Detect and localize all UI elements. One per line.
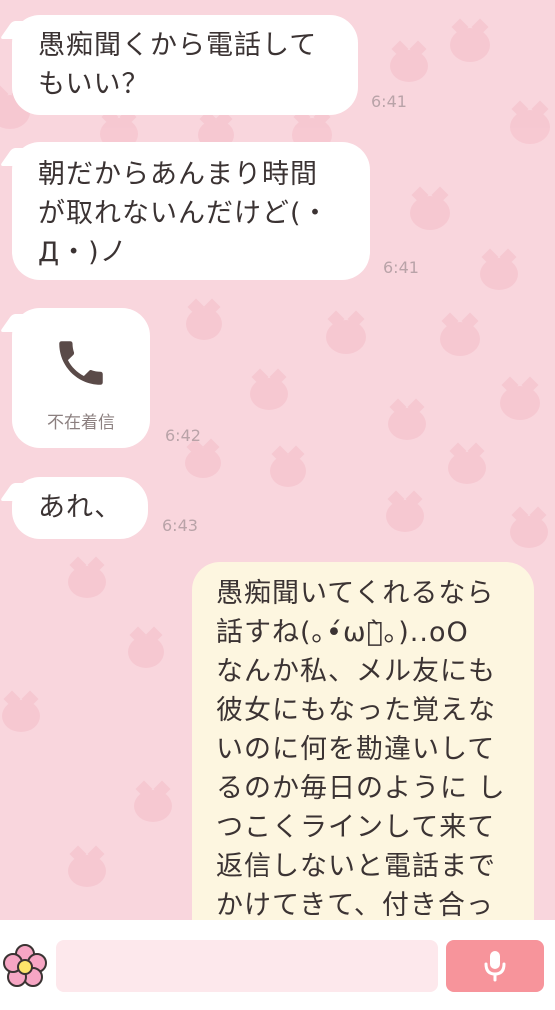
background-paw-icon [386, 500, 424, 532]
message-text: 朝だからあんまり時間 が取れないんだけど(・ Д・)ノ [38, 159, 330, 268]
background-paw-icon [326, 320, 366, 354]
background-paw-icon [68, 855, 106, 887]
background-paw-icon [186, 308, 222, 340]
background-paw-icon [480, 258, 518, 290]
background-paw-icon [388, 408, 426, 440]
background-paw-icon [68, 566, 106, 598]
message-input-bar [0, 920, 555, 1010]
background-paw-icon [270, 455, 306, 487]
background-paw-icon [510, 110, 550, 144]
background-paw-icon [2, 700, 40, 732]
missed-call-label: 不在着信 [47, 413, 115, 433]
message-text: 愚痴聞いてくれるなら 話すね(｡•́ωก̀｡)..oO なんか私、メル友にも 彼… [216, 578, 506, 920]
message-timestamp: 6:42 [165, 426, 201, 445]
background-paw-icon [250, 378, 288, 410]
incoming-message-bubble[interactable]: 朝だからあんまり時間 が取れないんだけど(・ Д・)ノ [12, 142, 370, 280]
message-timestamp: 6:41 [383, 258, 419, 277]
phone-icon [59, 341, 103, 385]
message-text: 愚痴聞くから電話して もいい？ [38, 30, 318, 100]
microphone-button[interactable] [446, 940, 544, 992]
background-paw-icon [440, 322, 480, 356]
background-paw-icon [410, 196, 450, 230]
flower-icon[interactable] [0, 942, 50, 992]
background-paw-icon [128, 636, 164, 668]
incoming-message-bubble[interactable]: 愚痴聞くから電話して もいい？ [12, 15, 358, 115]
background-paw-icon [185, 448, 221, 478]
incoming-message-bubble[interactable]: あれ、 [12, 477, 148, 539]
chat-area[interactable]: 愚痴聞くから電話して もいい？ 6:41 朝だからあんまり時間 が取れないんだけ… [0, 0, 555, 920]
message-text: あれ、 [38, 492, 123, 523]
microphone-icon [484, 951, 506, 982]
background-paw-icon [510, 516, 548, 548]
background-paw-icon [448, 452, 486, 484]
outgoing-message-bubble[interactable]: 愚痴聞いてくれるなら 話すね(｡•́ωก̀｡)..oO なんか私、メル友にも 彼… [192, 562, 534, 920]
message-timestamp: 6:43 [162, 516, 198, 535]
background-paw-icon [390, 50, 428, 82]
background-paw-icon [500, 386, 540, 420]
background-paw-icon [134, 790, 172, 822]
message-timestamp: 6:41 [371, 92, 407, 111]
background-paw-icon [450, 28, 490, 62]
missed-call-bubble[interactable]: 不在着信 [12, 308, 150, 448]
message-input[interactable] [56, 940, 438, 992]
